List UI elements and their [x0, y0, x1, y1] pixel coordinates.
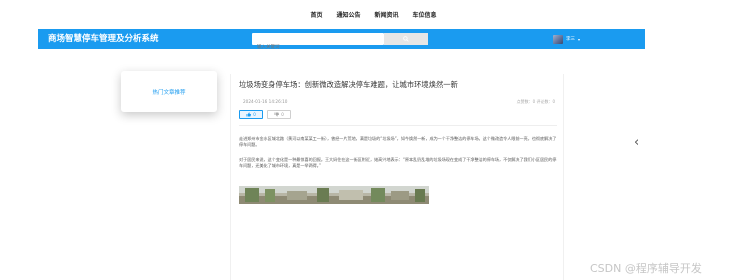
search-box: [252, 33, 384, 54]
article-content: 垃圾场变身停车场：创新微改造解决停车难题，让城市环境焕然一新 2024-01-1…: [230, 74, 564, 280]
user-name: 李三: [566, 37, 575, 42]
divider: [239, 125, 557, 126]
site-title: 商场智慧停车管理及分析系统: [48, 34, 159, 44]
hot-articles-title[interactable]: 热门文章推荐: [152, 88, 185, 96]
thumbs-up-icon: [246, 112, 252, 117]
article-paragraph: 对于居民来说，这个变化是一种最惊喜的回报。王大妈住在这一街区附近，她高兴地表示：…: [239, 157, 557, 169]
watermark: CSDN @程序辅导开发: [590, 262, 702, 275]
hot-articles-panel: 热门文章推荐: [121, 71, 217, 112]
nav-item-parking-info[interactable]: 车位信息: [413, 10, 437, 22]
article-paragraph: 走进郑州市金水区城北路（黄河以南某某工一街），曾经一片荒地，满是垃圾的“垃圾场”…: [239, 136, 557, 148]
dislike-button[interactable]: 0: [267, 110, 291, 119]
user-menu[interactable]: 李三 ▾: [553, 33, 580, 45]
article-title: 垃圾场变身停车场：创新微改造解决停车难题，让城市环境焕然一新: [239, 80, 458, 89]
like-button[interactable]: 0: [239, 110, 263, 119]
thumbs-down-icon: [274, 112, 280, 117]
header-bar: 商场智慧停车管理及分析系统 李三 ▾: [38, 29, 645, 54]
search-icon: [403, 36, 409, 42]
search-input[interactable]: [252, 41, 384, 54]
nav-item-home[interactable]: 首页: [310, 10, 322, 22]
chevron-down-icon: ▾: [578, 36, 581, 42]
avatar: [553, 34, 563, 44]
article-image: [239, 186, 429, 204]
search-button[interactable]: [384, 33, 428, 45]
dislike-count: 0: [281, 112, 284, 117]
top-nav: 首页 通知公告 新闻资讯 车位信息: [0, 10, 731, 22]
like-count: 0: [253, 112, 256, 117]
chevron-left-icon[interactable]: ‹: [634, 136, 639, 149]
article-date: 2024-01-16 14:26:10: [243, 99, 288, 104]
article-stats: 点赞数：0 评论数：0: [516, 99, 555, 104]
nav-item-notices[interactable]: 通知公告: [336, 10, 360, 22]
nav-item-news[interactable]: 新闻资讯: [375, 10, 399, 22]
